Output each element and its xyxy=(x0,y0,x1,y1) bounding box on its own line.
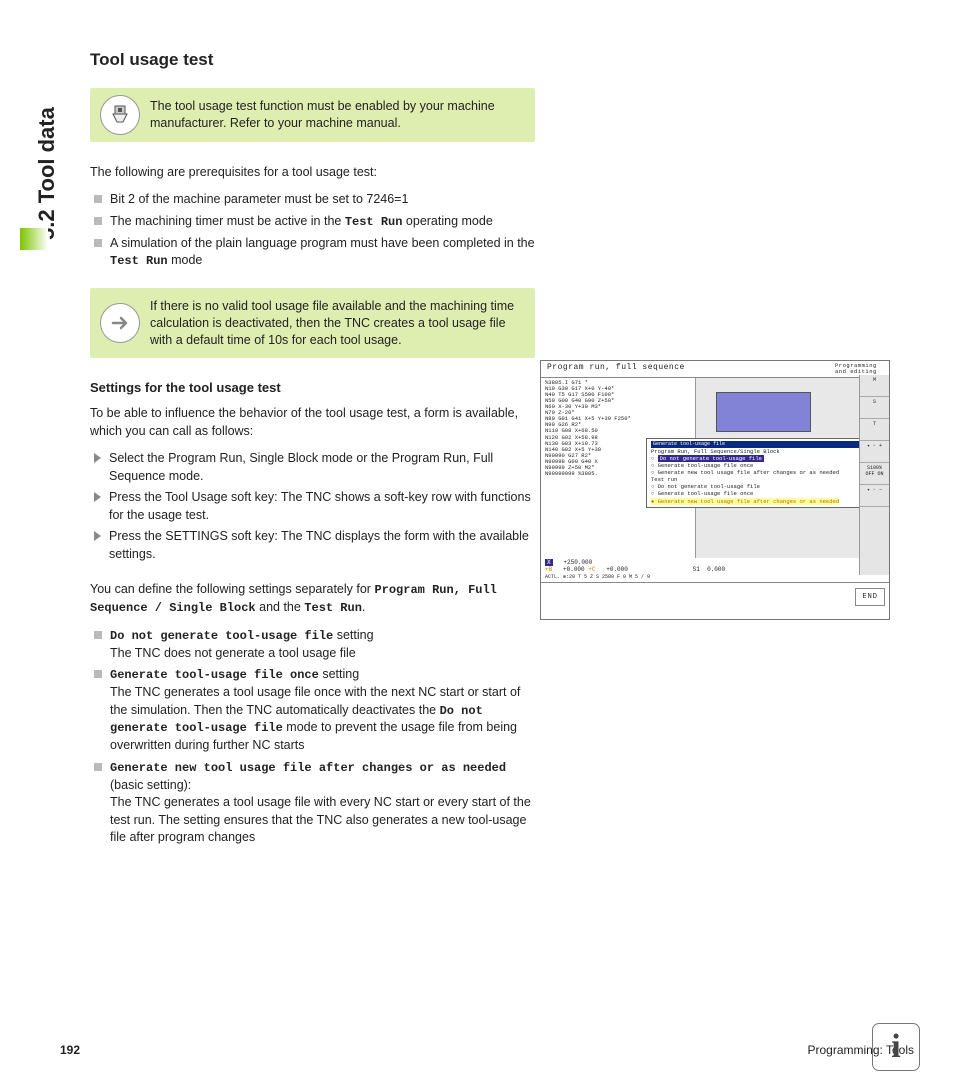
subsection-heading: Settings for the tool usage test xyxy=(90,380,535,395)
steps-list: Select the Program Run, Single Block mod… xyxy=(94,450,535,563)
step-item: Select the Program Run, Single Block mod… xyxy=(94,450,535,485)
end-softkey[interactable]: END xyxy=(855,588,885,606)
list-item: A simulation of the plain language progr… xyxy=(94,235,535,270)
note-text: If there is no valid tool usage file ava… xyxy=(150,299,514,347)
settings-paragraph: You can define the following settings se… xyxy=(90,581,535,617)
list-item: The machining timer must be active in th… xyxy=(94,213,535,231)
page-heading: Tool usage test xyxy=(90,50,535,70)
intro-paragraph: The following are prerequisites for a to… xyxy=(90,164,535,182)
option-item: Generate tool-usage file once setting Th… xyxy=(94,666,535,754)
arrow-icon xyxy=(100,303,140,343)
note-text: The tool usage test function must be ena… xyxy=(150,99,495,130)
options-list: Do not generate tool-usage file settingT… xyxy=(94,627,535,846)
override-softkey[interactable]: S100%OFF ON xyxy=(860,463,889,485)
s-softkey[interactable]: S xyxy=(860,397,889,419)
plus-softkey[interactable]: ✦ ▫ + xyxy=(860,441,889,463)
screen-mode-title: Program run, full sequence xyxy=(547,363,685,375)
screen-aux-title: Programming and editing xyxy=(835,363,883,375)
t-softkey[interactable]: T xyxy=(860,419,889,441)
step-item: Press the Tool Usage soft key: The TNC s… xyxy=(94,489,535,524)
info-icon: i xyxy=(872,1023,920,1071)
side-accent xyxy=(20,228,48,250)
prerequisite-list: Bit 2 of the machine parameter must be s… xyxy=(94,191,535,270)
position-status: X +250.000 +B +0.000 +C +0.000 S1 0.000 … xyxy=(541,558,889,582)
m-softkey[interactable]: M xyxy=(860,375,889,397)
step-item: Press the SETTINGS soft key: The TNC dis… xyxy=(94,528,535,563)
option-item: Generate new tool usage file after chang… xyxy=(94,759,535,847)
subsection-intro: To be able to influence the behavior of … xyxy=(90,405,535,440)
page-footer: 192 Programming: Tools xyxy=(60,1043,914,1057)
option-item: Do not generate tool-usage file settingT… xyxy=(94,627,535,662)
tool-usage-dialog: Generate tool-usage file Program Run, Fu… xyxy=(646,438,886,508)
default-time-note: If there is no valid tool usage file ava… xyxy=(90,288,535,359)
list-item: Bit 2 of the machine parameter must be s… xyxy=(94,191,535,209)
minus-softkey[interactable]: ✦ ▫ − xyxy=(860,485,889,507)
soft-key-sidebar: M S T ✦ ▫ + S100%OFF ON ✦ ▫ − xyxy=(859,375,889,575)
tnc-screenshot: Program run, full sequence Programming a… xyxy=(540,360,890,620)
note-icon xyxy=(100,95,140,135)
manufacturer-note: The tool usage test function must be ena… xyxy=(90,88,535,142)
page-number: 192 xyxy=(60,1043,80,1057)
